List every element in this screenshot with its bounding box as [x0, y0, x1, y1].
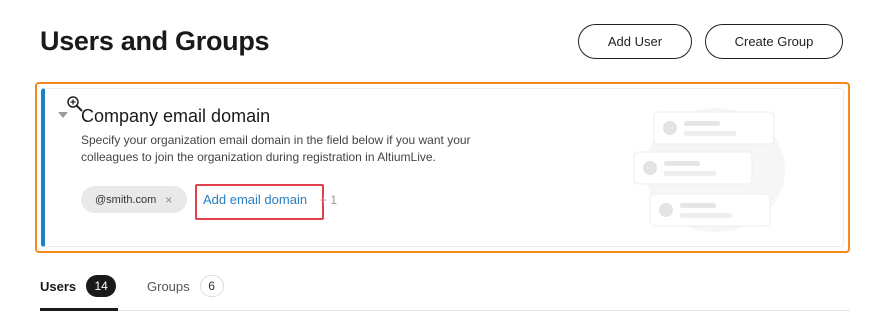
- illustration-card-middle: [633, 151, 753, 185]
- tab-users[interactable]: Users 14: [40, 275, 117, 297]
- collapse-triangle-icon[interactable]: [58, 112, 68, 118]
- page-title: Users and Groups: [40, 26, 270, 56]
- close-icon[interactable]: ×: [165, 193, 172, 207]
- tabs-divider: [40, 310, 850, 311]
- card-title: Company email domain: [81, 106, 271, 126]
- illustration-card-bottom: [649, 193, 771, 227]
- tab-groups-label: Groups: [147, 278, 190, 294]
- add-email-domain-count: + 1: [320, 193, 338, 207]
- user-cards-illustration: [633, 108, 785, 232]
- tab-groups[interactable]: Groups 6: [147, 275, 224, 297]
- active-tab-underline: [40, 308, 118, 311]
- add-user-button[interactable]: Add User: [578, 24, 692, 59]
- create-group-button[interactable]: Create Group: [705, 24, 843, 59]
- groups-count-badge: 6: [199, 275, 224, 297]
- email-domain-chip-label: @smith.com: [95, 193, 157, 206]
- add-email-domain-link[interactable]: Add email domain: [203, 192, 307, 207]
- card-description: Specify your organization email domain i…: [81, 133, 471, 164]
- users-count-badge: 14: [86, 275, 117, 297]
- email-domain-chip: @smith.com ×: [81, 186, 187, 213]
- tab-users-label: Users: [40, 278, 77, 294]
- illustration-card-top: [653, 111, 775, 145]
